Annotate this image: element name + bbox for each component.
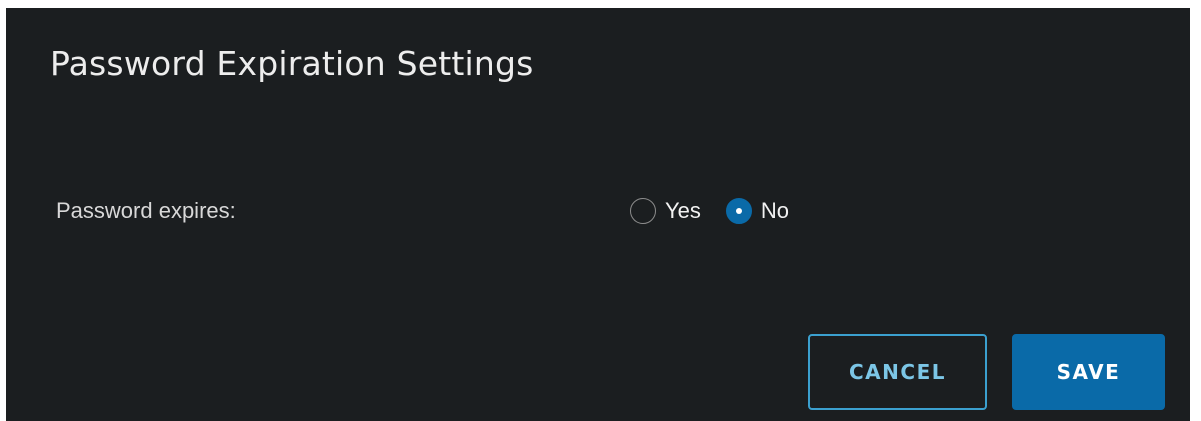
password-expiration-dialog: Password Expiration Settings Password ex… bbox=[6, 8, 1190, 421]
save-button[interactable]: SAVE bbox=[1012, 334, 1165, 410]
radio-no-label[interactable]: No bbox=[761, 198, 789, 224]
radio-option-no[interactable]: No bbox=[725, 198, 789, 224]
dialog-title: Password Expiration Settings bbox=[50, 44, 534, 83]
password-expires-label: Password expires: bbox=[56, 198, 236, 223]
radio-yes-label[interactable]: Yes bbox=[665, 198, 701, 224]
radio-option-yes[interactable]: Yes bbox=[630, 198, 701, 224]
password-expires-radio-group: Yes No bbox=[630, 198, 789, 224]
radio-yes-indicator[interactable] bbox=[630, 198, 656, 224]
cancel-button[interactable]: CANCEL bbox=[808, 334, 987, 410]
radio-no-indicator[interactable] bbox=[725, 198, 752, 224]
